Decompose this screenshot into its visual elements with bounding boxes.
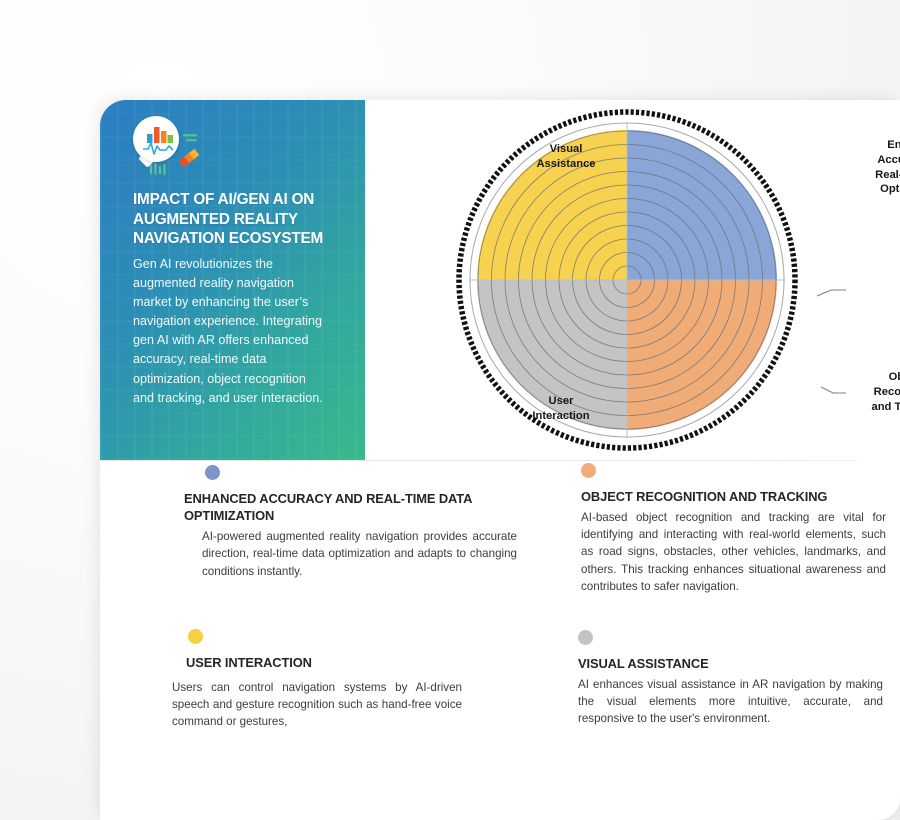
feature-title-user-interaction: USER INTERACTION	[186, 655, 312, 670]
chart-slice-enhanced-accuracy	[627, 130, 777, 280]
page-background: IMPACT OF AI/GEN AI ON AUGMENTED REALITY…	[0, 0, 900, 820]
feature-card-user-interaction: USER INTERACTION Users can control navig…	[172, 629, 517, 731]
infographic-card: IMPACT OF AI/GEN AI ON AUGMENTED REALITY…	[100, 100, 900, 820]
feature-title-object-recognition: OBJECT RECOGNITION AND TRACKING	[581, 489, 828, 504]
hero-panel: IMPACT OF AI/GEN AI ON AUGMENTED REALITY…	[100, 100, 365, 460]
feature-body-visual-assistance: AI enhances visual assistance in AR navi…	[578, 678, 883, 726]
feature-dot-object-recognition	[581, 463, 596, 478]
feature-card-object-recognition: OBJECT RECOGNITION AND TRACKING AI-based…	[581, 463, 900, 595]
hero-content: IMPACT OF AI/GEN AI ON AUGMENTED REALITY…	[100, 100, 365, 408]
feature-dot-visual-assistance	[578, 630, 593, 645]
chart-leader-lines	[816, 289, 846, 394]
chart-svg	[456, 109, 846, 451]
feature-grid: ENHANCED ACCURACY AND REAL-TIME DATA OPT…	[100, 460, 900, 820]
feature-card-enhanced-accuracy: ENHANCED ACCURACY AND REAL-TIME DATA OPT…	[179, 465, 524, 580]
chart-label-object-recognition: Object Recognition and Tracking	[871, 371, 900, 413]
chart-label-user-interaction: User Interaction	[532, 395, 590, 422]
hero-title: IMPACT OF AI/GEN AI ON AUGMENTED REALITY…	[133, 191, 324, 248]
chart-axes	[469, 122, 785, 438]
hero-description: Gen AI revolutionizes the augmented real…	[133, 256, 323, 405]
icon-glyphs	[143, 127, 200, 175]
feature-card-visual-assistance: VISUAL ASSISTANCE AI enhances visual ass…	[578, 630, 900, 728]
feature-dot-enhanced-accuracy	[205, 465, 220, 480]
feature-body-enhanced-accuracy: AI-powered augmented reality navigation …	[202, 530, 517, 578]
chart-slice-object-recognition	[627, 280, 777, 430]
chart-label-enhanced-accuracy: Enhanced Accuracy and Real-time Data Opt…	[875, 139, 900, 196]
chart-label-visual-assistance: Visual Assistance	[536, 143, 596, 170]
quadrant-radial-chart: Enhanced Accuracy and Real-time Data Opt…	[365, 100, 900, 460]
feature-body-user-interaction: Users can control navigation systems by …	[172, 681, 462, 729]
feature-title-visual-assistance: VISUAL ASSISTANCE	[578, 656, 709, 671]
feature-dot-user-interaction	[188, 629, 203, 644]
feature-title-enhanced-accuracy: ENHANCED ACCURACY AND REAL-TIME DATA OPT…	[184, 491, 472, 524]
feature-body-object-recognition: AI-based object recognition and tracking…	[581, 511, 886, 593]
analytics-chart-icon	[133, 116, 219, 178]
